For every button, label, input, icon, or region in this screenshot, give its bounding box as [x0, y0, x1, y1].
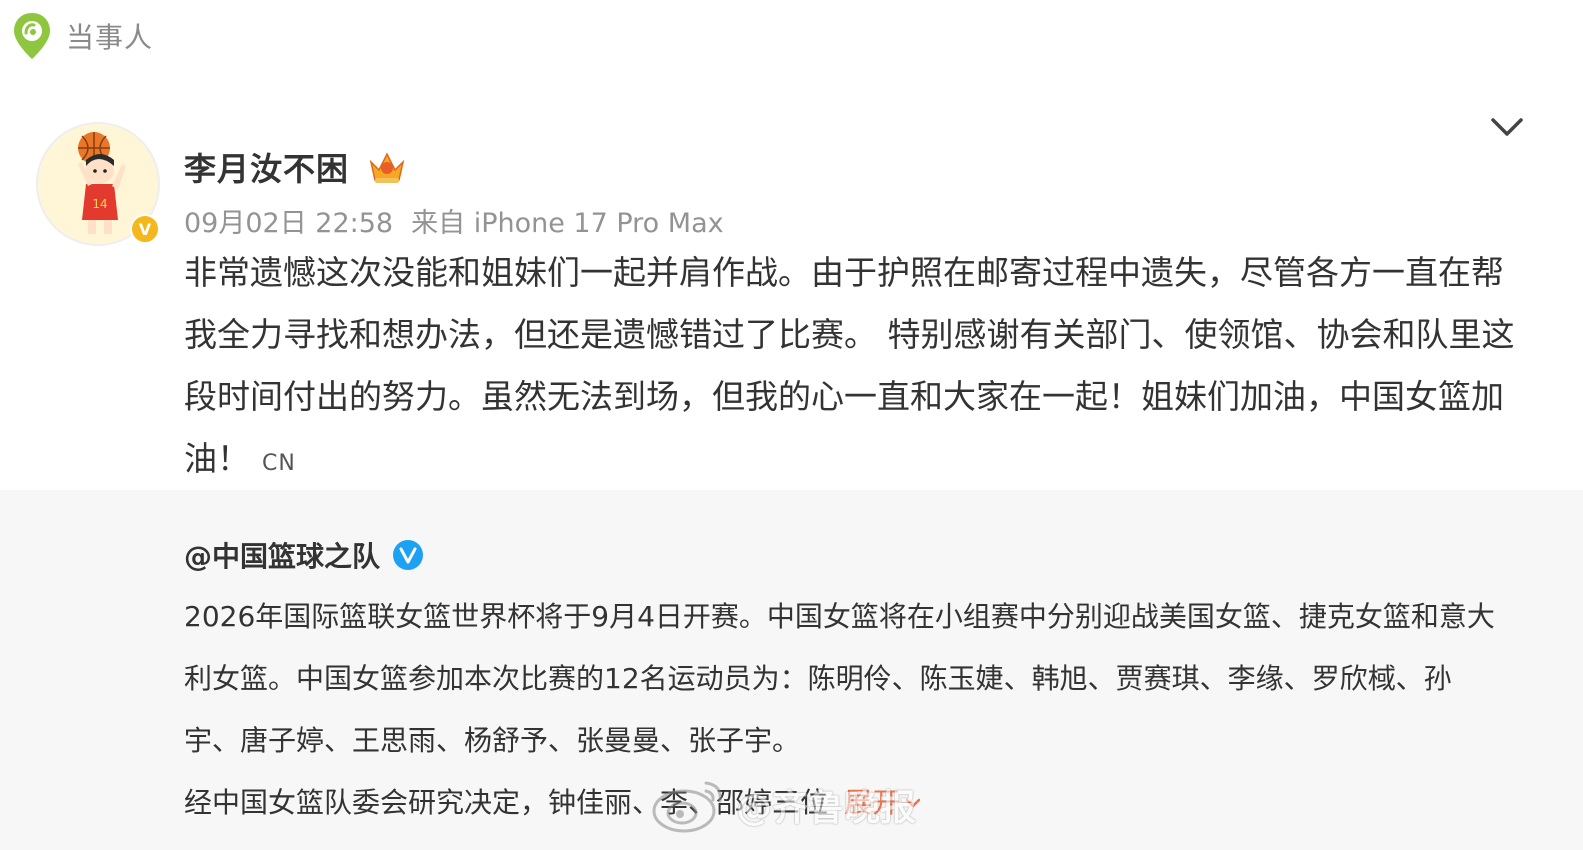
- weibo-post-page: 当事人 14 V 李月汝不困 09月02日 22:58 来自 iPhone 17…: [0, 0, 1583, 850]
- post-meta: 09月02日 22:58 来自 iPhone 17 Pro Max: [184, 198, 724, 242]
- location-pin-icon: [12, 11, 52, 61]
- weibo-logo-icon: [652, 781, 722, 833]
- svg-text:14: 14: [92, 197, 107, 211]
- repost-last-line: 经中国女篮队委会研究决定，钟佳丽、李: [184, 786, 689, 819]
- watermark-text: @齐鲁晚报: [736, 788, 917, 829]
- repost-author-link[interactable]: @中国篮球之队: [184, 535, 380, 575]
- language-tag[interactable]: CN: [262, 451, 296, 476]
- collapse-chevron-button[interactable]: [1487, 110, 1527, 146]
- author-avatar-wrap[interactable]: 14 V: [36, 122, 160, 246]
- blue-verified-icon: [392, 539, 424, 571]
- post-time[interactable]: 09月02日 22:58: [184, 201, 393, 240]
- party-label: 当事人: [66, 21, 154, 54]
- gold-verified-icon: V: [130, 214, 160, 244]
- repost-author-row: @中国篮球之队: [184, 528, 424, 582]
- chevron-down-icon: [1491, 118, 1523, 136]
- post-body: 非常遗憾这次没能和姐妹们一起并肩作战。由于护照在邮寄过程中遗失，尽管各方一直在帮…: [184, 242, 1524, 495]
- party-label-bar: 当事人: [12, 10, 153, 62]
- author-name[interactable]: 李月汝不困: [184, 144, 349, 190]
- member-crown-icon[interactable]: [367, 148, 407, 186]
- repost-text: 2026年国际篮联女篮世界杯将于9月4日开赛。中国女篮将在小组赛中分别迎战美国女…: [184, 600, 1495, 757]
- author-row: 李月汝不困: [184, 140, 407, 194]
- watermark: @齐鲁晚报: [650, 770, 916, 840]
- post-source: 来自 iPhone 17 Pro Max: [411, 207, 724, 239]
- post-text: 非常遗憾这次没能和姐妹们一起并肩作战。由于护照在邮寄过程中遗失，尽管各方一直在帮…: [184, 253, 1515, 478]
- svg-text:V: V: [139, 220, 152, 239]
